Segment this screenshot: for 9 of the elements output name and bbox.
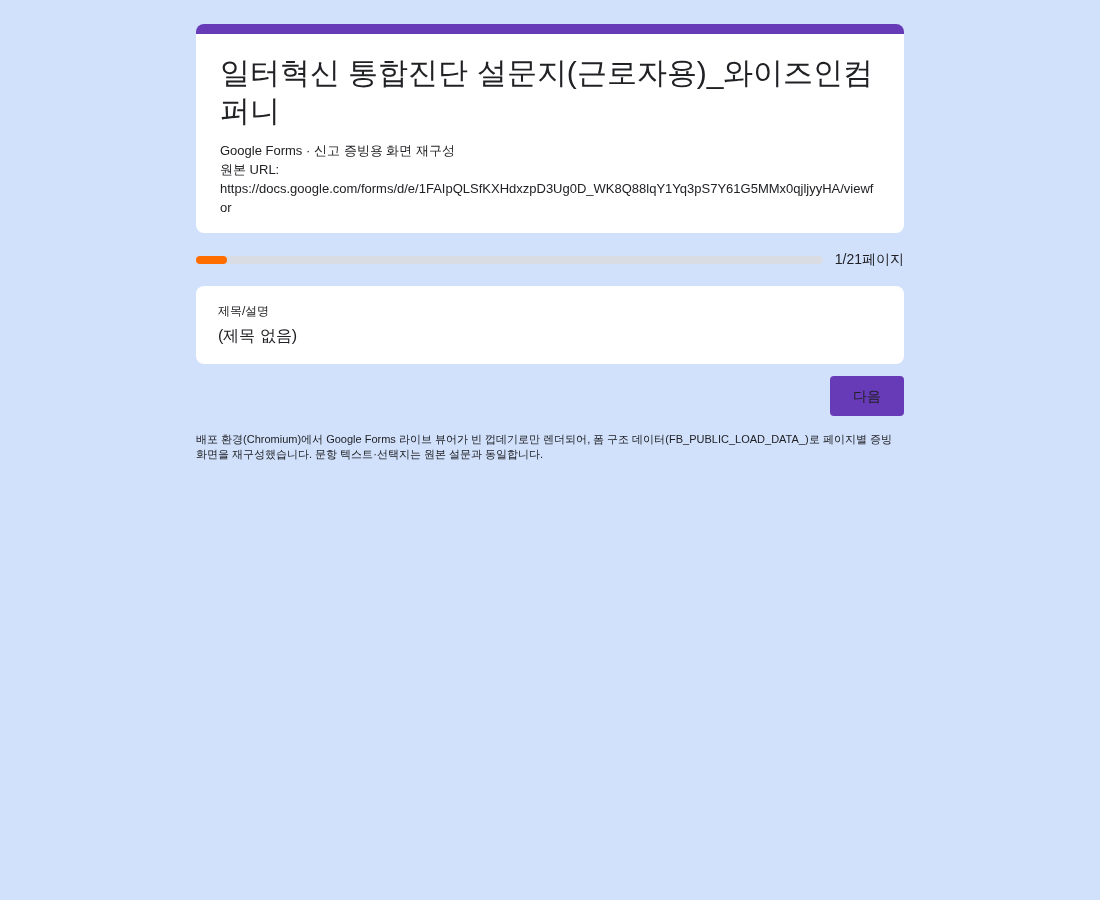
section-label: 제목/설명 [218,303,270,320]
form-subtitle: Google Forms · 신고 증빙용 화면 재구성 [220,142,456,160]
source-url: https://docs.google.com/forms/d/e/1FAIpQLSfKXHdxzpD3Ug0D_WK8Q88lqY1Yq3pS7Y61G5MMx0qjljyyHA/viewfor [220,180,875,217]
form-title: 일터혁신 통합진단 설문지(근로자용)_와이즈인컴퍼니 [220,55,875,129]
section-title: (제목 없음) [218,326,298,346]
url-label: 원본 URL: [220,161,280,179]
next-button[interactable]: 다음 [830,376,904,416]
footnote: 배포 환경(Chromium)에서 Google Forms 라이브 뷰어가 빈 껍데기로만 렌더되어, 폼 구조 데이터(FB_PUBLIC_LOAD_DATA_)로 페이지별 증빙 화면을 재구성했습니다. 문항 텍스트·선택지는 원본 설문과 동일합니다. [196,432,893,462]
page-counter: 1/21페이지 [834,250,904,269]
